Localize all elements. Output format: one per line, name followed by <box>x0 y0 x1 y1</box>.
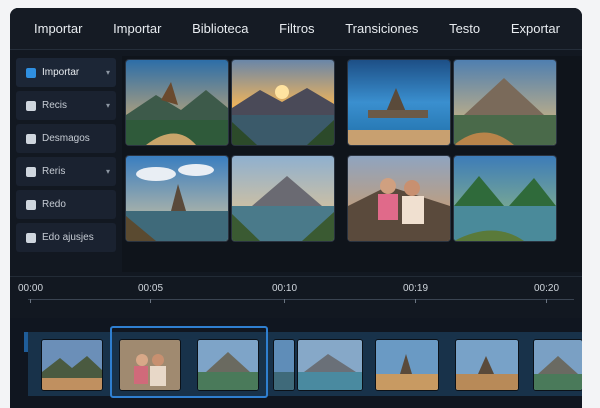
sidebar-item-label: Reris <box>42 166 66 177</box>
menu-export[interactable]: Exportar <box>511 21 560 36</box>
clip-frame <box>456 340 518 390</box>
sidebar-item-label: Recis <box>42 100 68 111</box>
media-thumbnail[interactable] <box>348 156 450 241</box>
timeline-clip[interactable] <box>376 340 438 390</box>
ruler-tick <box>546 299 547 303</box>
time-tick-label: 00:19 <box>403 283 429 294</box>
sidebar-item-label: Desmagos <box>42 133 90 144</box>
square-icon <box>26 166 36 177</box>
menu-bar: Importar Importar Biblioteca Filtros Tra… <box>10 8 582 50</box>
sidebar: Importar ▾ Recis ▾ Desmagos Reris ▾ Redo… <box>16 58 116 270</box>
timeline-clip[interactable] <box>456 340 518 390</box>
square-icon <box>26 133 36 144</box>
sidebar-item-recis[interactable]: Recis ▾ <box>16 91 116 120</box>
cloudy-lake-image <box>126 156 228 241</box>
chevron-down-icon: ▾ <box>105 101 110 110</box>
time-tick-label: 00:10 <box>272 283 298 294</box>
media-thumbnail[interactable] <box>126 60 228 145</box>
menu-filters[interactable]: Filtros <box>279 21 314 36</box>
clip-frame <box>534 340 582 390</box>
import-icon <box>26 67 36 78</box>
chevron-down-icon: ▾ <box>105 167 110 176</box>
clip-frame <box>298 340 362 390</box>
sidebar-item-label: Importar <box>42 67 80 78</box>
sunset-lake-image <box>232 60 334 145</box>
sidebar-item-reris[interactable]: Reris ▾ <box>16 157 116 186</box>
menu-import-2[interactable]: Importar <box>113 21 161 36</box>
timeline-clip[interactable] <box>298 340 362 390</box>
sidebar-item-label: Redo <box>42 199 66 210</box>
media-thumbnail[interactable] <box>232 60 334 145</box>
media-thumbnail[interactable] <box>454 60 556 145</box>
sidebar-item-label: Edo ajusjes <box>42 232 94 243</box>
timeline-clip[interactable] <box>274 340 294 390</box>
clip-frame <box>42 340 102 390</box>
time-tick-label: 00:05 <box>138 283 164 294</box>
ruler-tick <box>284 299 285 303</box>
time-tick-label: 00:20 <box>534 283 560 294</box>
mountain-lake-image <box>232 156 334 241</box>
clip-selection[interactable] <box>110 326 268 398</box>
media-thumbnail[interactable] <box>454 156 556 241</box>
square-icon <box>26 100 36 111</box>
couple-image <box>348 156 450 241</box>
menu-transitions[interactable]: Transiciones <box>345 21 418 36</box>
clip-frame <box>376 340 438 390</box>
media-library-grid <box>122 56 582 272</box>
video-editor-window: Importar Importar Biblioteca Filtros Tra… <box>10 8 582 408</box>
timeline-clip[interactable] <box>42 340 102 390</box>
square-icon <box>26 232 36 243</box>
menu-import-1[interactable]: Importar <box>34 21 82 36</box>
landscape-image <box>126 60 228 145</box>
sidebar-item-redo[interactable]: Redo <box>16 190 116 219</box>
timeline-ruler[interactable]: 00:00 00:05 00:10 00:19 00:20 <box>10 276 582 303</box>
forest-lake-image <box>454 156 556 241</box>
clip-frame <box>274 340 294 390</box>
menu-text[interactable]: Testo <box>449 21 480 36</box>
sidebar-item-adjustments[interactable]: Edo ajusjes <box>16 223 116 252</box>
ruler-tick <box>415 299 416 303</box>
media-thumbnail[interactable] <box>126 156 228 241</box>
sea-rocks-image <box>348 60 450 145</box>
trim-handle[interactable] <box>24 332 28 352</box>
square-icon <box>26 199 36 210</box>
timeline-clip[interactable] <box>534 340 582 390</box>
video-track <box>10 318 582 408</box>
sidebar-item-desmagos[interactable]: Desmagos <box>16 124 116 153</box>
sidebar-item-import[interactable]: Importar ▾ <box>16 58 116 87</box>
media-thumbnail[interactable] <box>348 60 450 145</box>
ruler-tick <box>30 299 31 303</box>
ruler-tick <box>150 299 151 303</box>
chevron-down-icon: ▾ <box>105 68 110 77</box>
menu-library[interactable]: Biblioteca <box>192 21 248 36</box>
mountain-image <box>454 60 556 145</box>
media-thumbnail[interactable] <box>232 156 334 241</box>
time-tick-label: 00:00 <box>18 283 44 294</box>
ruler-line <box>28 299 574 300</box>
